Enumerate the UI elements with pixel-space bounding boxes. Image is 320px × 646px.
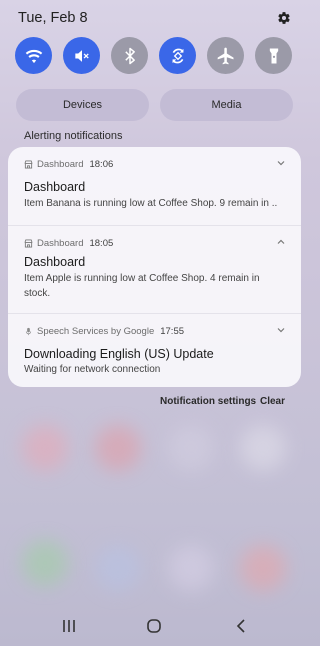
chevron-down-icon[interactable] [275,157,287,169]
notification-header: Speech Services by Google 17:55 [24,324,184,338]
notification-time: 18:06 [89,158,114,170]
notification-header: Dashboard 18:05 [24,236,113,250]
notification-item[interactable]: Speech Services by Google 17:55 Download… [8,314,301,387]
notification-text: Item Apple is running low at Coffee Shop… [24,273,260,299]
airplane-toggle[interactable] [207,37,244,74]
media-button[interactable]: Media [160,89,293,121]
rotate-icon [171,48,184,63]
notification-app: Dashboard [37,158,84,170]
flashlight-toggle[interactable] [255,37,292,74]
section-header: Alerting notifications [24,130,123,142]
home-icon[interactable] [145,618,163,634]
mute-icon [74,49,89,62]
chevron-up-icon[interactable] [275,236,287,248]
bluetooth-icon [124,47,135,64]
bluetooth-toggle[interactable] [111,37,148,74]
airplane-icon [217,47,233,64]
clear-button[interactable]: Clear [260,396,285,407]
store-icon [24,159,33,169]
notification-settings-button[interactable]: Notification settings [160,396,256,407]
notification-item[interactable]: Dashboard 18:06 Dashboard Item Banana is… [8,147,301,225]
mute-toggle[interactable] [63,37,100,74]
status-bar: Tue, Feb 8 [18,10,291,26]
notification-text: Item Banana is running low at Coffee Sho… [24,198,278,209]
notification-card: Dashboard 18:06 Dashboard Item Banana is… [8,147,301,387]
notification-time: 18:05 [89,237,114,249]
notification-item[interactable]: Dashboard 18:05 Dashboard Item Apple is … [8,226,301,313]
notification-title: Downloading English (US) Update [24,347,214,361]
gear-icon[interactable] [277,11,291,25]
flashlight-icon [269,48,278,63]
chevron-down-icon[interactable] [275,324,287,336]
notification-app: Speech Services by Google [37,325,155,337]
date-label: Tue, Feb 8 [18,10,88,26]
notification-header: Dashboard 18:06 [24,157,113,171]
notification-app: Dashboard [37,237,84,249]
wifi-toggle[interactable] [15,37,52,74]
wifi-icon [25,49,42,63]
notification-title: Dashboard [24,255,86,269]
quick-settings-row [15,37,293,75]
microphone-icon [25,327,32,335]
notification-time: 17:55 [160,325,185,337]
back-icon[interactable] [232,618,250,634]
store-icon [24,238,33,248]
notification-title: Dashboard [24,180,86,194]
recent-apps-icon[interactable] [60,618,78,634]
devices-button[interactable]: Devices [16,89,149,121]
auto-rotate-toggle[interactable] [159,37,196,74]
navigation-bar [0,606,309,646]
notification-text: Waiting for network connection [24,364,161,375]
